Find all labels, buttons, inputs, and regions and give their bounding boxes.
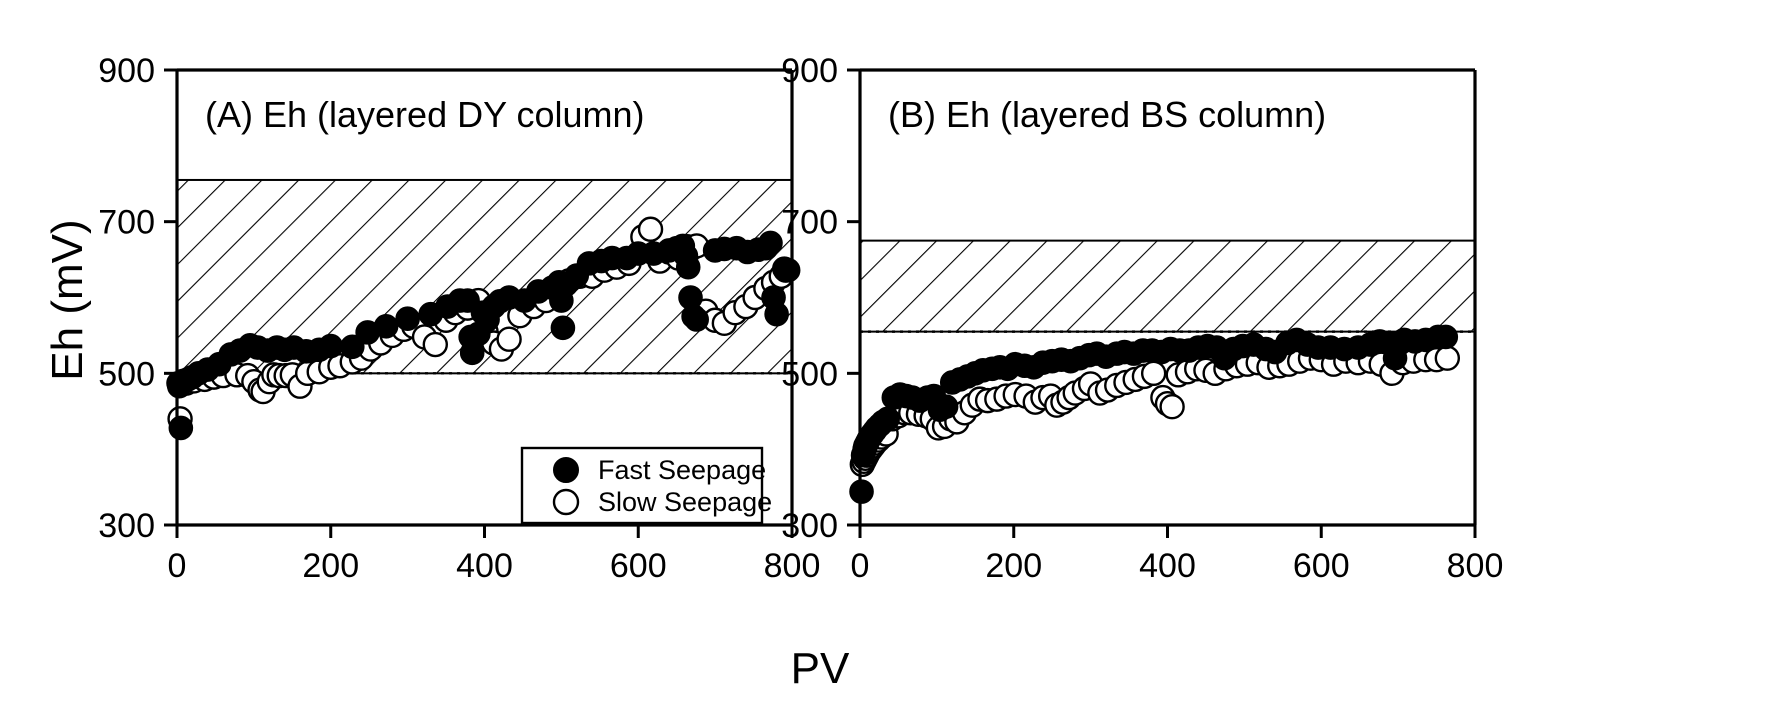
data-point [168, 415, 194, 441]
legend-marker-slow-seepage [552, 488, 580, 516]
figure-container: 300 500 700 900 0 200 400 600 800 (A) Eh (layer… [0, 0, 1772, 727]
data-point [550, 315, 576, 341]
data-point [637, 216, 664, 242]
data-point [933, 394, 959, 420]
data-point [373, 314, 399, 339]
x-tick-label: 200 [302, 547, 359, 585]
y-axis-title: Eh (mV) [43, 219, 92, 380]
panel-a-title: (A) Eh (layered DY column) [205, 94, 645, 135]
data-point [395, 306, 420, 332]
data-point [1433, 324, 1459, 350]
data-point [675, 254, 701, 280]
data-point [1159, 394, 1185, 420]
x-tick-label: 800 [764, 547, 821, 585]
y-tick-label: 500 [781, 355, 838, 393]
data-point [775, 257, 801, 283]
scatter-figure: 300 500 700 900 0 200 400 600 800 (A) Eh (layer… [0, 0, 1772, 727]
data-point [422, 331, 448, 358]
y-tick-label: 300 [98, 507, 155, 545]
legend-marker-fast-seepage [553, 457, 579, 483]
data-point [1434, 345, 1461, 371]
y-tick-label: 700 [98, 204, 155, 242]
data-point [1140, 360, 1167, 387]
x-tick-label: 400 [1139, 547, 1196, 585]
x-tick-label: 600 [1293, 547, 1350, 585]
x-tick-label: 200 [985, 547, 1042, 585]
data-point [758, 230, 783, 256]
data-point [496, 326, 522, 352]
panel-b-title: (B) Eh (layered BS column) [888, 94, 1326, 135]
legend-label-slow-seepage: Slow Seepage [598, 487, 772, 517]
legend: Fast Seepage Slow Seepage [520, 446, 772, 525]
panel-b-band-rect [860, 239, 1475, 333]
y-tick-label: 500 [98, 355, 155, 393]
y-tick-label: 900 [781, 52, 838, 90]
x-tick-label: 600 [610, 547, 667, 585]
y-tick-label: 300 [781, 507, 838, 545]
data-point [318, 333, 344, 359]
x-tick-label: 400 [456, 547, 513, 585]
x-axis-title: PV [791, 644, 850, 693]
data-point [875, 406, 900, 432]
x-tick-label: 800 [1447, 547, 1504, 585]
legend-label-fast-seepage: Fast Seepage [598, 455, 766, 485]
data-point [684, 307, 709, 332]
y-tick-label: 900 [98, 52, 155, 90]
y-tick-label: 700 [781, 204, 838, 242]
panel-b-hatched-band [860, 239, 1475, 333]
x-tick-label: 0 [168, 547, 187, 585]
x-tick-label: 0 [851, 547, 870, 585]
data-point [764, 301, 789, 327]
